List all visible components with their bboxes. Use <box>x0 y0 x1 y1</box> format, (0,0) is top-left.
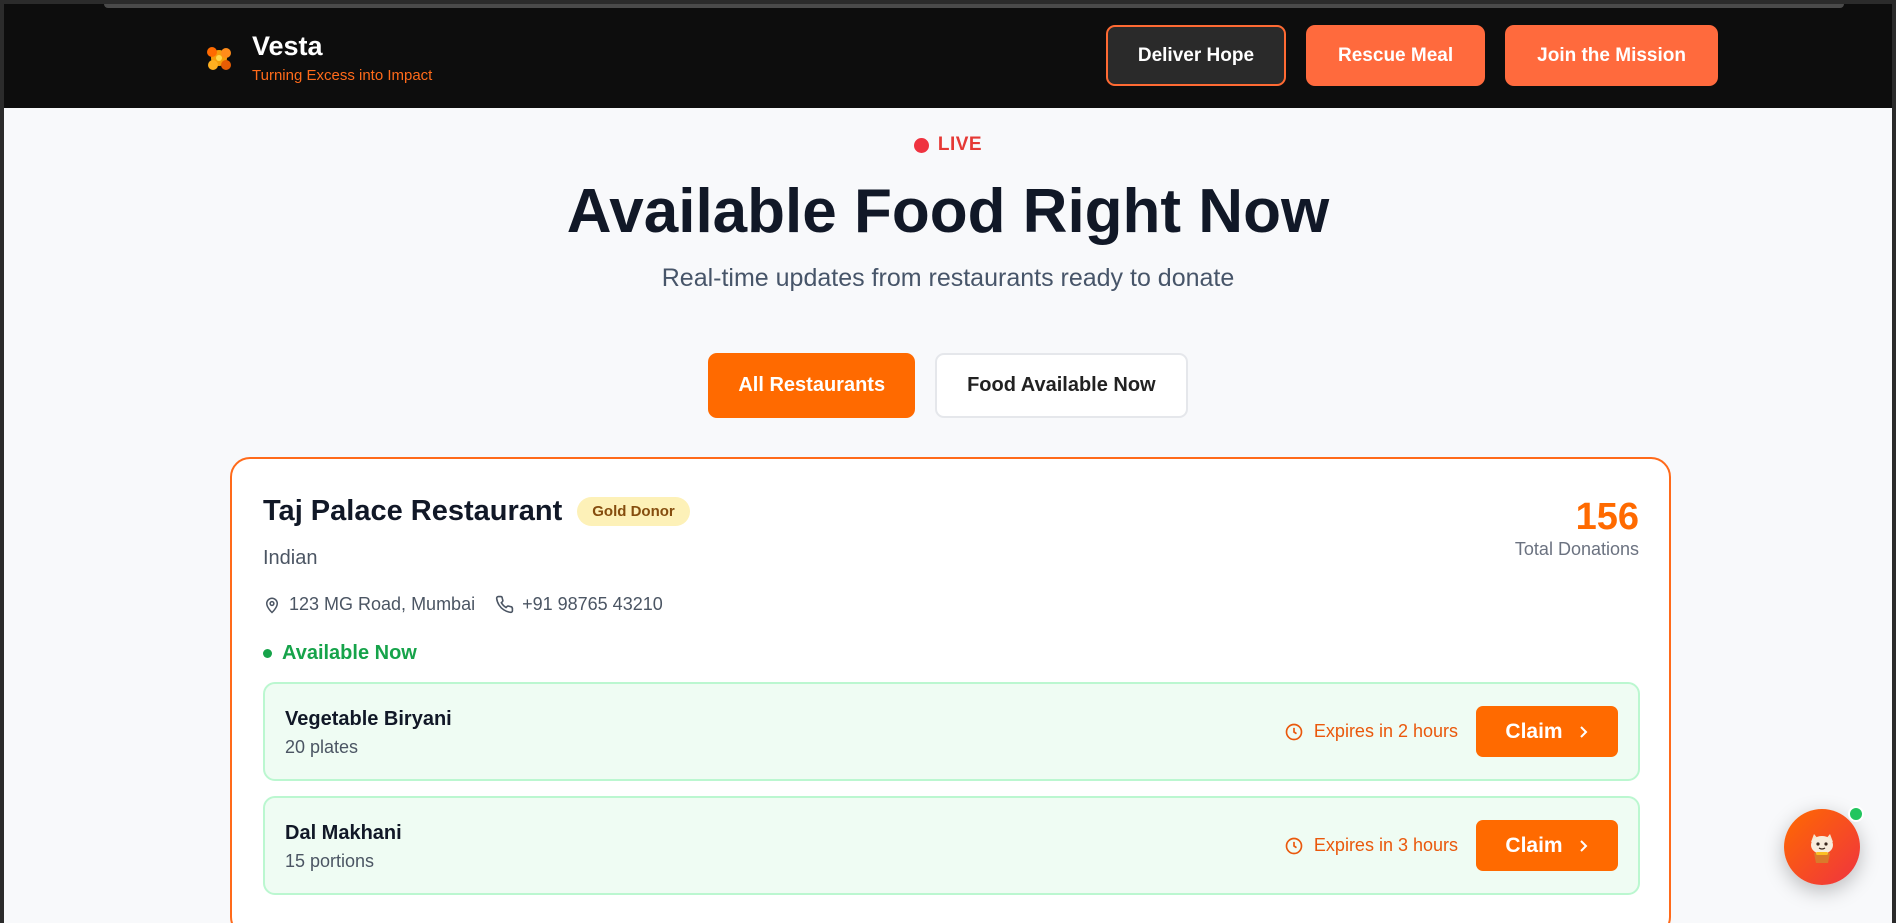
food-item: Vegetable Biryani 20 plates Expires in 2… <box>263 682 1640 781</box>
filter-tabs: All Restaurants Food Available Now <box>4 353 1892 418</box>
live-label: LIVE <box>937 134 983 155</box>
claim-label: Claim <box>1505 833 1563 857</box>
brand-tagline: Turning Excess into Impact <box>252 67 433 84</box>
expiry-info: Expires in 3 hours <box>1284 835 1458 856</box>
availability-dot-icon <box>263 649 272 658</box>
clock-icon <box>1285 723 1303 740</box>
live-dot-icon <box>913 137 929 153</box>
expiry-text: Expires in 2 hours <box>1313 721 1458 741</box>
site-header: Vesta Turning Excess into Impact Deliver… <box>4 4 1892 108</box>
header-nav: Deliver Hope Rescue Meal Join the Missio… <box>1105 25 1718 86</box>
rescue-meal-button[interactable]: Rescue Meal <box>1306 25 1486 86</box>
tab-food-available-now[interactable]: Food Available Now <box>935 353 1188 418</box>
food-item-quantity: 15 portions <box>285 851 375 871</box>
live-indicator: LIVE <box>4 134 1892 156</box>
online-status-dot <box>1848 806 1864 822</box>
expiry-text: Expires in 3 hours <box>1313 835 1458 855</box>
browser-viewport: Vesta Turning Excess into Impact Deliver… <box>4 4 1892 923</box>
restaurant-card: Taj Palace Restaurant Gold Donor Indian … <box>230 457 1671 923</box>
browser-top-edge <box>104 4 1844 8</box>
food-item-quantity: 20 plates <box>285 737 359 757</box>
availability-status: Available Now <box>263 642 417 665</box>
page-title: Available Food Right Now <box>566 177 1330 246</box>
total-donations-label: Total Donations <box>1514 539 1639 559</box>
restaurant-name: Taj Palace Restaurant <box>263 495 563 527</box>
chat-assistant-button[interactable] <box>1784 806 1864 885</box>
brand-name: Vesta <box>252 31 323 61</box>
mascot-icon <box>1811 834 1833 863</box>
page-subtitle: Real-time updates from restaurants ready… <box>661 264 1235 292</box>
claim-button[interactable]: Claim <box>1476 820 1618 871</box>
claim-label: Claim <box>1505 719 1563 743</box>
tab-all-restaurants[interactable]: All Restaurants <box>708 353 916 418</box>
claim-button[interactable]: Claim <box>1476 706 1618 757</box>
expiry-info: Expires in 2 hours <box>1284 721 1458 742</box>
donation-stats: 156 Total Donations <box>1515 495 1639 560</box>
donor-badge: Gold Donor <box>577 497 690 526</box>
brand[interactable]: Vesta Turning Excess into Impact <box>202 30 432 84</box>
chevron-right-icon <box>1579 725 1588 738</box>
map-pin-icon <box>265 597 279 614</box>
food-item-name: Vegetable Biryani <box>285 708 452 730</box>
join-mission-button[interactable]: Join the Mission <box>1505 25 1718 86</box>
flame-logo-icon <box>207 47 231 70</box>
deliver-hope-button[interactable]: Deliver Hope <box>1105 25 1287 86</box>
restaurant-address: 123 MG Road, Mumbai <box>289 594 476 614</box>
restaurant-contacts: 123 MG Road, Mumbai +91 98765 43210 <box>263 594 663 615</box>
restaurant-cuisine: Indian <box>263 547 318 569</box>
phone-icon <box>495 595 514 614</box>
restaurant-header: Taj Palace Restaurant Gold Donor <box>263 495 690 528</box>
food-item-name: Dal Makhani <box>285 822 402 844</box>
availability-label: Available Now <box>282 642 417 664</box>
restaurant-phone[interactable]: +91 98765 43210 <box>522 594 663 615</box>
clock-icon <box>1285 837 1303 854</box>
chevron-right-icon <box>1579 839 1588 852</box>
total-donations-count: 156 <box>1575 496 1639 538</box>
food-item: Dal Makhani 15 portions Expires in 3 hou… <box>263 796 1640 895</box>
